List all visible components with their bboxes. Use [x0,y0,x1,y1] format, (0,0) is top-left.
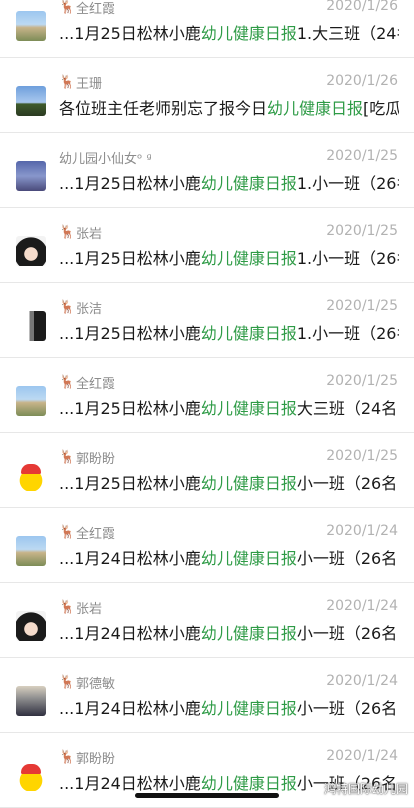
message-item[interactable]: 🦌 郭盼盼 2020/1/25 ...1月25日松林小鹿幼儿健康日报小一班（26… [0,433,414,508]
message-item[interactable]: 🦌 张岩 2020/1/24 ...1月24日松林小鹿幼儿健康日报小一班（26名… [0,583,414,658]
avatar[interactable] [16,236,46,266]
deer-icon: 🦌 [59,300,76,315]
sender-name: 全红霞 [76,377,116,392]
message-date: 2020/1/24 [326,673,398,689]
sender-name: 郭德敏 [76,677,116,692]
message-text: ...1月25日松林小鹿幼儿健康日报1.小一班（26名… [59,174,399,193]
sender-name: 张洁 [76,302,103,317]
message-item[interactable]: 🦌 全红霞 2020/1/24 ...1月24日松林小鹿幼儿健康日报小一班（26… [0,508,414,583]
deer-icon: 🦌 [59,0,76,15]
message-date: 2020/1/24 [326,523,398,539]
message-item[interactable]: 🦌 张洁 2020/1/25 ...1月25日松林小鹿幼儿健康日报1.小一班（2… [0,283,414,358]
keyword-highlight: 幼儿健康日报 [267,99,364,118]
sender-name: 全红霞 [76,2,116,17]
keyword-highlight: 幼儿健康日报 [200,174,297,193]
sender-name: 郭盼盼 [76,752,116,767]
deer-icon: 🦌 [59,225,76,240]
deer-icon: 🦌 [59,525,76,540]
message-date: 2020/1/25 [326,223,398,239]
keyword-highlight: 幼儿健康日报 [200,24,297,43]
avatar[interactable] [16,161,46,191]
keyword-highlight: 幼儿健康日报 [200,699,297,718]
message-date: 2020/1/25 [326,373,398,389]
message-date: 2020/1/26 [326,73,398,89]
message-text: ...1月25日松林小鹿幼儿健康日报大三班（24名… [59,399,399,418]
keyword-highlight: 幼儿健康日报 [200,774,297,793]
message-item[interactable]: 🦌 张岩 2020/1/25 ...1月25日松林小鹿幼儿健康日报1.小一班（2… [0,208,414,283]
deer-icon: 🦌 [59,675,76,690]
avatar[interactable] [16,386,46,416]
watermark: 鸿特国际幼儿园 [323,782,408,796]
avatar[interactable] [16,686,46,716]
avatar[interactable] [16,611,46,641]
avatar[interactable] [16,761,46,791]
deer-icon: 🦌 [59,750,76,765]
deer-icon: 🦌 [59,75,76,90]
sender-name: 全红霞 [76,527,116,542]
message-item[interactable]: 🦌 郭德敏 2020/1/24 ...1月24日松林小鹿幼儿健康日报小一班（26… [0,658,414,733]
keyword-highlight: 幼儿健康日报 [200,624,297,643]
message-date: 2020/1/25 [326,448,398,464]
message-text: ...1月25日松林小鹿幼儿健康日报1.小一班（26名… [59,249,399,268]
keyword-highlight: 幼儿健康日报 [200,474,297,493]
sender-name: 郭盼盼 [76,452,116,467]
sender-name: 张岩 [76,227,103,242]
deer-icon: 🦌 [59,450,76,465]
message-text: ...1月24日松林小鹿幼儿健康日报小一班（26名… [59,549,399,568]
message-date: 2020/1/24 [326,748,398,764]
message-item[interactable]: 🦌 全红霞 2020/1/25 ...1月25日松林小鹿幼儿健康日报大三班（24… [0,358,414,433]
keyword-highlight: 幼儿健康日报 [200,324,297,343]
avatar[interactable] [16,86,46,116]
message-date: 2020/1/26 [326,0,398,14]
avatar[interactable] [16,311,46,341]
keyword-highlight: 幼儿健康日报 [200,249,297,268]
message-date: 2020/1/25 [326,148,398,164]
message-text: ...1月25日松林小鹿幼儿健康日报小一班（26名… [59,474,399,493]
avatar[interactable] [16,536,46,566]
message-item[interactable]: 🦌 全红霞 2020/1/26 ...1月25日松林小鹿幼儿健康日报1.大三班（… [0,0,414,58]
avatar[interactable] [16,461,46,491]
avatar[interactable] [16,11,46,41]
sender-name: 幼儿园小仙女ᵒ ᶢ [59,152,152,167]
message-item[interactable]: 幼儿园小仙女ᵒ ᶢ 2020/1/25 ...1月25日松林小鹿幼儿健康日报1.… [0,133,414,208]
keyword-highlight: 幼儿健康日报 [200,399,297,418]
deer-icon: 🦌 [59,375,76,390]
message-text: ...1月25日松林小鹿幼儿健康日报1.小一班（26名… [59,324,399,343]
home-indicator[interactable] [135,793,279,798]
keyword-highlight: 幼儿健康日报 [200,549,297,568]
message-text: 各位班主任老师别忘了报今日幼儿健康日报[吃瓜] [59,99,399,118]
sender-name: 张岩 [76,602,103,617]
message-text: ...1月24日松林小鹿幼儿健康日报小一班（26名… [59,624,399,643]
message-date: 2020/1/24 [326,598,398,614]
message-text: ...1月25日松林小鹿幼儿健康日报1.大三班（24名… [59,24,399,43]
search-results-list: 🦌 全红霞 2020/1/26 ...1月25日松林小鹿幼儿健康日报1.大三班（… [0,0,414,808]
sender-name: 王珊 [76,77,103,92]
message-date: 2020/1/25 [326,298,398,314]
deer-icon: 🦌 [59,600,76,615]
message-text: ...1月24日松林小鹿幼儿健康日报小一班（26名… [59,699,399,718]
message-item[interactable]: 🦌 王珊 2020/1/26 各位班主任老师别忘了报今日幼儿健康日报[吃瓜] [0,58,414,133]
